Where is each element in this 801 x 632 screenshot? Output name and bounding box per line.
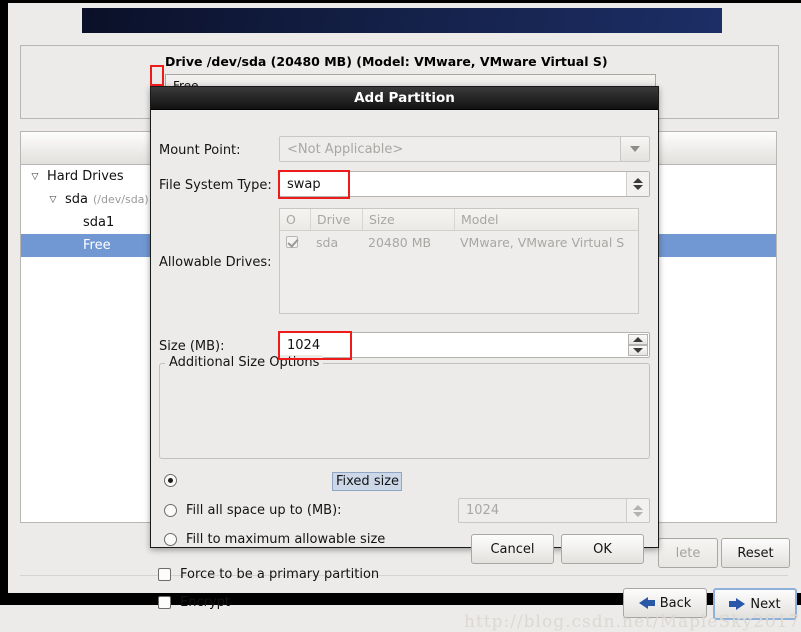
drives-table-body: sda 20480 MB VMware, VMware Virtual S [280, 231, 638, 253]
device-tree-row-path: (/dev/sda) [93, 193, 149, 206]
reset-button[interactable]: Reset [721, 538, 790, 568]
checkbox-unchecked-icon [158, 568, 171, 581]
size-label: Size (MB): [159, 339, 225, 354]
checkbox-unchecked-icon [158, 596, 171, 609]
screen-frame-left [0, 0, 8, 597]
size-value: 1024 [287, 337, 321, 353]
fill-all-space-input: 1024 [458, 498, 650, 523]
chevron-down-icon[interactable] [620, 137, 649, 161]
dialog-title-bar: Add Partition [151, 87, 658, 110]
arrow-right-icon [729, 598, 746, 610]
file-system-type-value: swap [287, 176, 321, 192]
back-button-label: Back [659, 595, 692, 611]
drives-col-check[interactable]: O [280, 209, 310, 230]
drive-model-cell: VMware, VMware Virtual S [460, 234, 625, 250]
checkbox-encrypt-label: Encrypt [180, 595, 230, 610]
device-tree-row-label: Hard Drives [47, 169, 124, 184]
device-tree-row-label: Free [83, 238, 111, 253]
twisty-expanded-icon[interactable]: ▽ [47, 195, 59, 205]
size-stepper[interactable] [628, 334, 648, 356]
size-input[interactable]: 1024 [279, 332, 650, 358]
spinner-updown-icon[interactable] [626, 172, 649, 196]
drives-col-size[interactable]: Size [362, 209, 454, 230]
drive-size-cell: 20480 MB [368, 234, 432, 250]
drives-table-header: O Drive Size Model [280, 209, 638, 231]
screen-frame-top [0, 0, 801, 3]
radio-fixed-size[interactable]: Fixed size [164, 473, 249, 488]
radio-fixed-size-label: Fixed size [336, 474, 400, 489]
checkbox-checked-icon [286, 236, 298, 248]
additional-size-options-group [159, 363, 650, 459]
arrow-left-icon [638, 597, 655, 609]
checkbox-encrypt[interactable]: Encrypt [158, 595, 230, 610]
drive-checkbox[interactable] [280, 236, 310, 248]
installer-banner [82, 8, 722, 33]
fill-all-space-stepper [626, 499, 649, 522]
device-tree-row-label: sda [65, 192, 88, 207]
footer-divider [20, 575, 788, 576]
ok-button[interactable]: OK [561, 534, 644, 564]
mount-point-label: Mount Point: [159, 143, 241, 158]
size-stepper-up[interactable] [628, 334, 648, 345]
radio-off-icon [164, 533, 177, 546]
size-stepper-down[interactable] [628, 345, 648, 356]
checkbox-force-primary[interactable]: Force to be a primary partition [158, 567, 379, 582]
radio-fill-to-maximum-label: Fill to maximum allowable size [186, 532, 386, 547]
next-button-label: Next [750, 596, 781, 612]
checkbox-force-primary-label: Force to be a primary partition [180, 567, 380, 582]
drive-title: Drive /dev/sda (20480 MB) (Model: VMware… [165, 54, 608, 69]
cancel-button[interactable]: Cancel [471, 534, 554, 564]
file-system-type-combo[interactable]: swap [279, 171, 650, 197]
radio-fill-to-maximum[interactable]: Fill to maximum allowable size [164, 532, 385, 547]
fill-all-space-value: 1024 [466, 503, 500, 518]
twisty-expanded-icon[interactable]: ▽ [29, 172, 41, 182]
mount-point-combo[interactable]: <Not Applicable> [279, 136, 650, 162]
radio-on-icon [164, 474, 177, 487]
allowable-drives-label: Allowable Drives: [159, 255, 272, 270]
radio-fill-all-space[interactable]: Fill all space up to (MB): [164, 503, 342, 518]
device-tree-row-label: sda1 [83, 215, 115, 230]
file-system-type-label: File System Type: [159, 178, 272, 193]
drive-name-cell: sda [316, 234, 339, 250]
add-partition-dialog: Add Partition Mount Point: <Not Applicab… [150, 86, 659, 610]
delete-button: lete [658, 538, 718, 568]
drives-table-row[interactable]: sda 20480 MB VMware, VMware Virtual S [280, 231, 638, 253]
radio-fill-all-space-label: Fill all space up to (MB): [186, 503, 342, 518]
drives-col-drive[interactable]: Drive [310, 209, 362, 230]
dialog-body: Mount Point: <Not Applicable> File Syste… [151, 110, 658, 610]
drives-col-model[interactable]: Model [454, 209, 638, 230]
radio-off-icon [164, 504, 177, 517]
allowable-drives-table[interactable]: O Drive Size Model sda 20480 MB VMware, VM… [279, 208, 639, 314]
mount-point-value: <Not Applicable> [287, 141, 404, 157]
additional-size-options-legend: Additional Size Options [165, 355, 324, 370]
watermark-text: http://blog.csdn.net/MapleSky2017 [464, 612, 801, 632]
screen-root: Drive /dev/sda (20480 MB) (Model: VMware… [0, 0, 801, 632]
